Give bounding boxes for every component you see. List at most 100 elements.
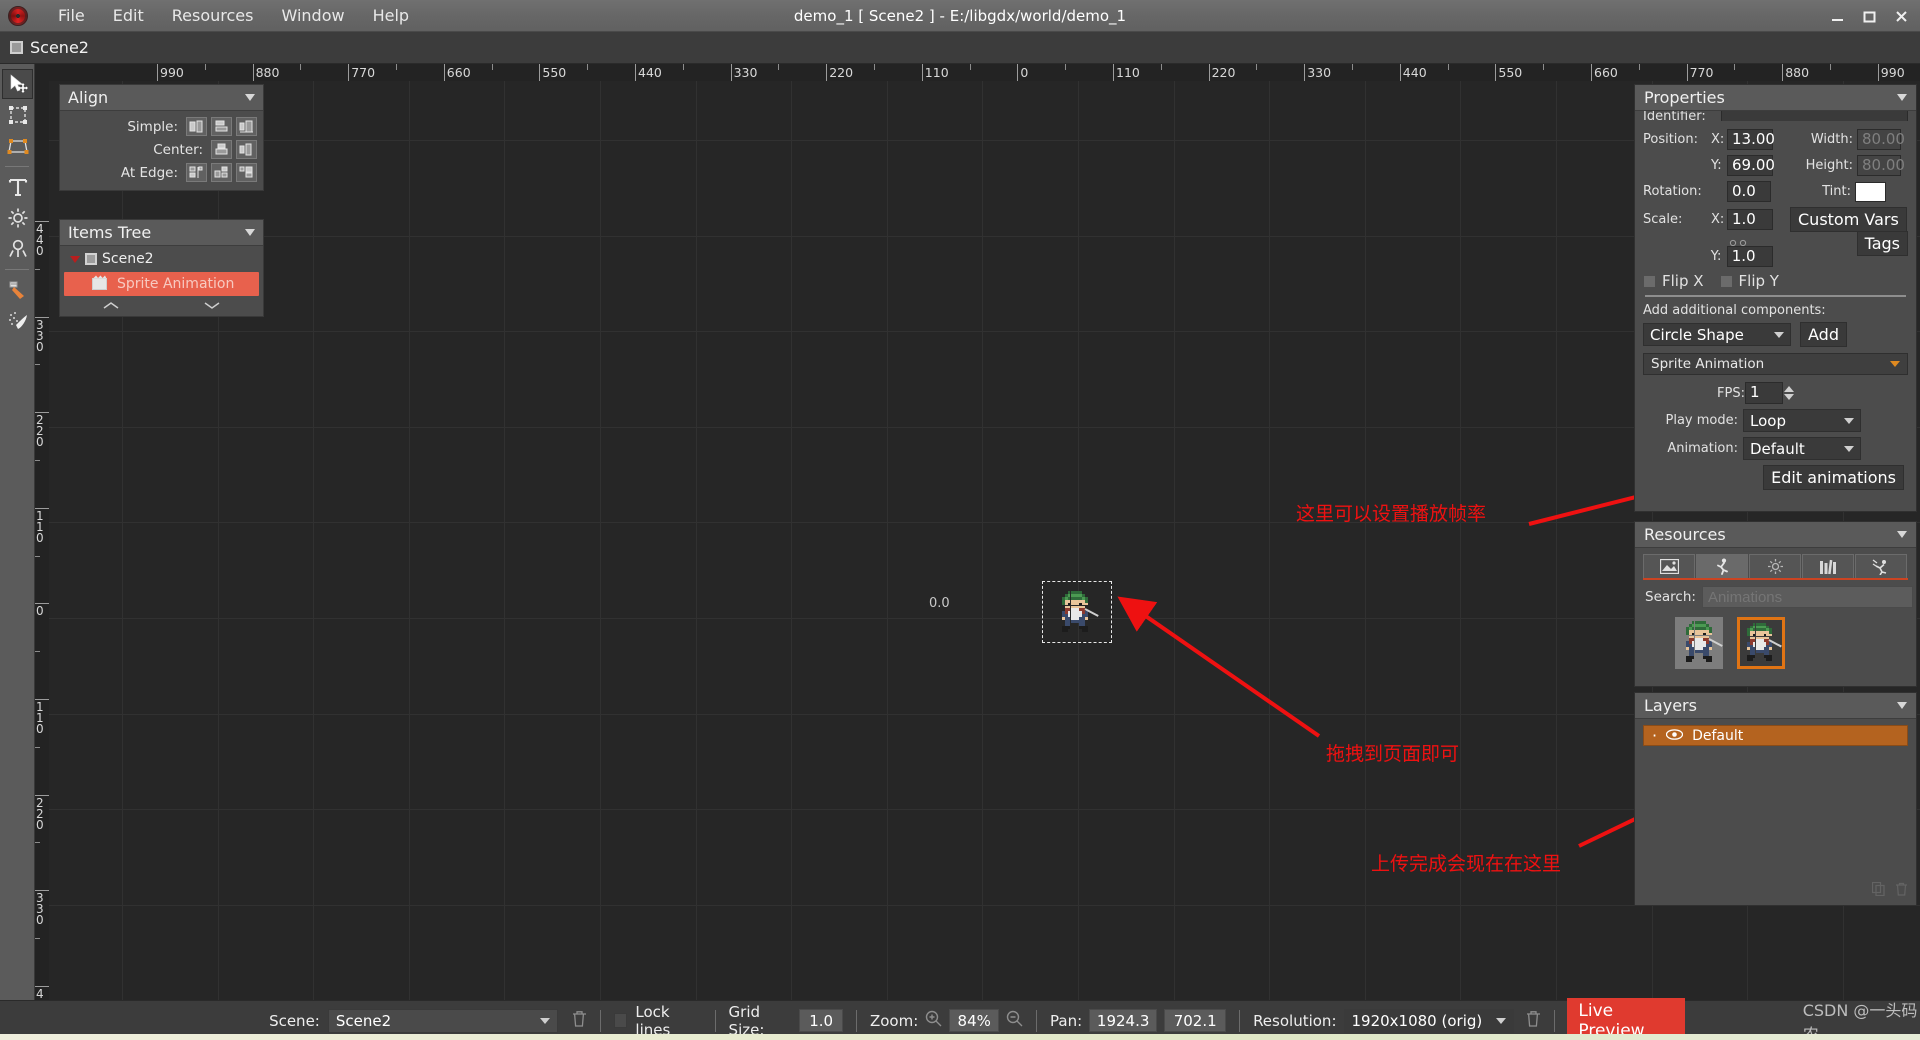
select-tool[interactable]: [2, 69, 33, 99]
resources-tab-particles[interactable]: [1749, 554, 1801, 578]
identifier-field[interactable]: [1721, 111, 1908, 121]
resources-tab-spine[interactable]: [1855, 554, 1907, 578]
horizontal-ruler[interactable]: 990 880 770 660 550 440 330 220 110 0 110 220 330 440…: [35, 64, 1920, 81]
scene-tab[interactable]: Scene2: [0, 38, 89, 57]
trash-icon[interactable]: [1895, 881, 1908, 900]
grid-line: [1174, 81, 1175, 1000]
scale-y-field[interactable]: 1.0: [1726, 246, 1773, 267]
zoom-in-icon[interactable]: [925, 1010, 942, 1031]
tags-button[interactable]: Tags: [1856, 231, 1908, 256]
maximize-icon[interactable]: [1854, 3, 1884, 29]
edit-animations-button[interactable]: Edit animations: [1763, 465, 1904, 490]
copy-icon[interactable]: [1871, 881, 1885, 900]
point-light-tool[interactable]: [2, 234, 33, 264]
status-divider-1: [599, 1009, 601, 1032]
height-field[interactable]: 80.00: [1857, 155, 1905, 176]
fps-stepper[interactable]: [1783, 386, 1794, 400]
tree-node-scene2[interactable]: Scene2: [60, 248, 263, 270]
resources-header[interactable]: Resources: [1635, 522, 1916, 548]
transform-tool[interactable]: [2, 100, 33, 130]
eye-icon[interactable]: [1665, 728, 1684, 744]
align-right-icon[interactable]: [236, 117, 257, 136]
polygon-tool[interactable]: [2, 131, 33, 161]
resources-tab-animations[interactable]: [1696, 554, 1748, 578]
pan-y-field[interactable]: 702.1: [1164, 1009, 1227, 1032]
vertical-ruler[interactable]: 4 4 0 3 3 0 2 2 0 1 1 0 0 1 1 0 2 2 0 3 3 0 4 4 …: [35, 81, 49, 1000]
zoom-value-field[interactable]: 84%: [949, 1009, 1000, 1032]
menu-help[interactable]: Help: [359, 1, 423, 31]
chevron-down-icon[interactable]: [245, 94, 255, 101]
ruler-label: 3 3 0: [36, 317, 44, 354]
edge-left-icon[interactable]: [186, 163, 207, 182]
animation-thumb-1[interactable]: [1675, 617, 1723, 669]
scene-node-icon: [85, 253, 97, 265]
properties-divider: [1645, 295, 1906, 297]
ruler-label: 1 1 0: [36, 700, 44, 736]
fps-field[interactable]: 1: [1744, 382, 1783, 404]
align-panel-header[interactable]: Align: [60, 85, 263, 111]
close-icon[interactable]: [1886, 3, 1916, 29]
search-input[interactable]: [1701, 586, 1913, 608]
width-field[interactable]: 80.00: [1857, 129, 1905, 150]
align-simple-label: Simple:: [127, 118, 178, 135]
edge-center-icon[interactable]: [211, 163, 232, 182]
properties-header[interactable]: Properties: [1635, 85, 1916, 111]
delete-scene-button[interactable]: [572, 1010, 587, 1031]
chevron-down-icon[interactable]: [1897, 94, 1907, 101]
animation-thumb-2[interactable]: [1737, 617, 1785, 669]
menu-resources[interactable]: Resources: [158, 1, 268, 31]
flip-y-checkbox[interactable]: [1719, 274, 1733, 288]
play-mode-select[interactable]: Loop: [1743, 409, 1861, 432]
paint-tool[interactable]: [2, 275, 33, 305]
height-label: Height:: [1805, 158, 1853, 173]
add-component-button[interactable]: Add: [1800, 322, 1847, 347]
center-vertical-icon[interactable]: [211, 140, 232, 159]
light-tool[interactable]: [2, 203, 33, 233]
center-horizontal-icon[interactable]: [236, 140, 257, 159]
animation-select[interactable]: Default: [1743, 437, 1861, 460]
position-y-field[interactable]: 69.00: [1727, 155, 1775, 176]
menu-window[interactable]: Window: [267, 1, 358, 31]
toolbar-divider-2: [5, 269, 29, 270]
align-left-icon[interactable]: [186, 117, 207, 136]
zoom-out-icon[interactable]: [1006, 1010, 1023, 1031]
selected-sprite-animation[interactable]: [1042, 581, 1112, 643]
chevron-down-icon[interactable]: [245, 229, 255, 236]
align-center-h-icon[interactable]: [211, 117, 232, 136]
custom-vars-button[interactable]: Custom Vars: [1790, 207, 1907, 232]
expand-triangle-icon[interactable]: [70, 255, 80, 263]
layer-row-default[interactable]: · Default: [1643, 725, 1908, 746]
resources-tab-fonts[interactable]: [1802, 554, 1854, 578]
chevron-down-icon[interactable]: [1897, 531, 1907, 538]
grid-size-field[interactable]: 1.0: [799, 1009, 844, 1032]
lock-lines-checkbox[interactable]: [613, 1013, 628, 1028]
eraser-tool[interactable]: [2, 306, 33, 336]
stepper-up-icon[interactable]: [1783, 386, 1794, 392]
delete-resolution-button[interactable]: [1526, 1010, 1541, 1031]
stepper-down-icon[interactable]: [1783, 394, 1794, 400]
resolution-select[interactable]: 1920x1080 (orig): [1343, 1008, 1514, 1033]
tree-node-sprite-animation[interactable]: Sprite Animation: [64, 272, 259, 296]
menu-edit[interactable]: Edit: [99, 1, 158, 31]
scene-select[interactable]: Scene2: [327, 1008, 558, 1033]
sprite-animation-component-header[interactable]: Sprite Animation: [1643, 353, 1908, 375]
rotation-label: Rotation:: [1643, 184, 1702, 199]
scale-x-field[interactable]: 1.0: [1727, 209, 1773, 230]
edge-right-icon[interactable]: [236, 163, 257, 182]
position-x-field[interactable]: 13.00: [1727, 129, 1775, 150]
annotation-fps: 这里可以设置播放帧率: [1296, 503, 1487, 525]
items-tree-header[interactable]: Items Tree: [60, 220, 263, 246]
layers-header[interactable]: Layers: [1635, 693, 1916, 719]
chevron-down-icon[interactable]: [204, 301, 220, 313]
tint-swatch[interactable]: [1855, 181, 1886, 202]
chevron-up-icon[interactable]: [103, 301, 119, 313]
rotation-field[interactable]: 0.0: [1727, 181, 1771, 202]
chevron-down-icon[interactable]: [1897, 702, 1907, 709]
resources-tab-images[interactable]: [1643, 554, 1695, 578]
flip-x-checkbox[interactable]: [1643, 274, 1656, 288]
minimize-icon[interactable]: [1822, 3, 1852, 29]
component-select[interactable]: Circle Shape: [1643, 323, 1791, 346]
text-tool[interactable]: [2, 172, 33, 202]
menu-file[interactable]: File: [44, 1, 99, 31]
pan-x-field[interactable]: 1924.3: [1089, 1009, 1158, 1032]
